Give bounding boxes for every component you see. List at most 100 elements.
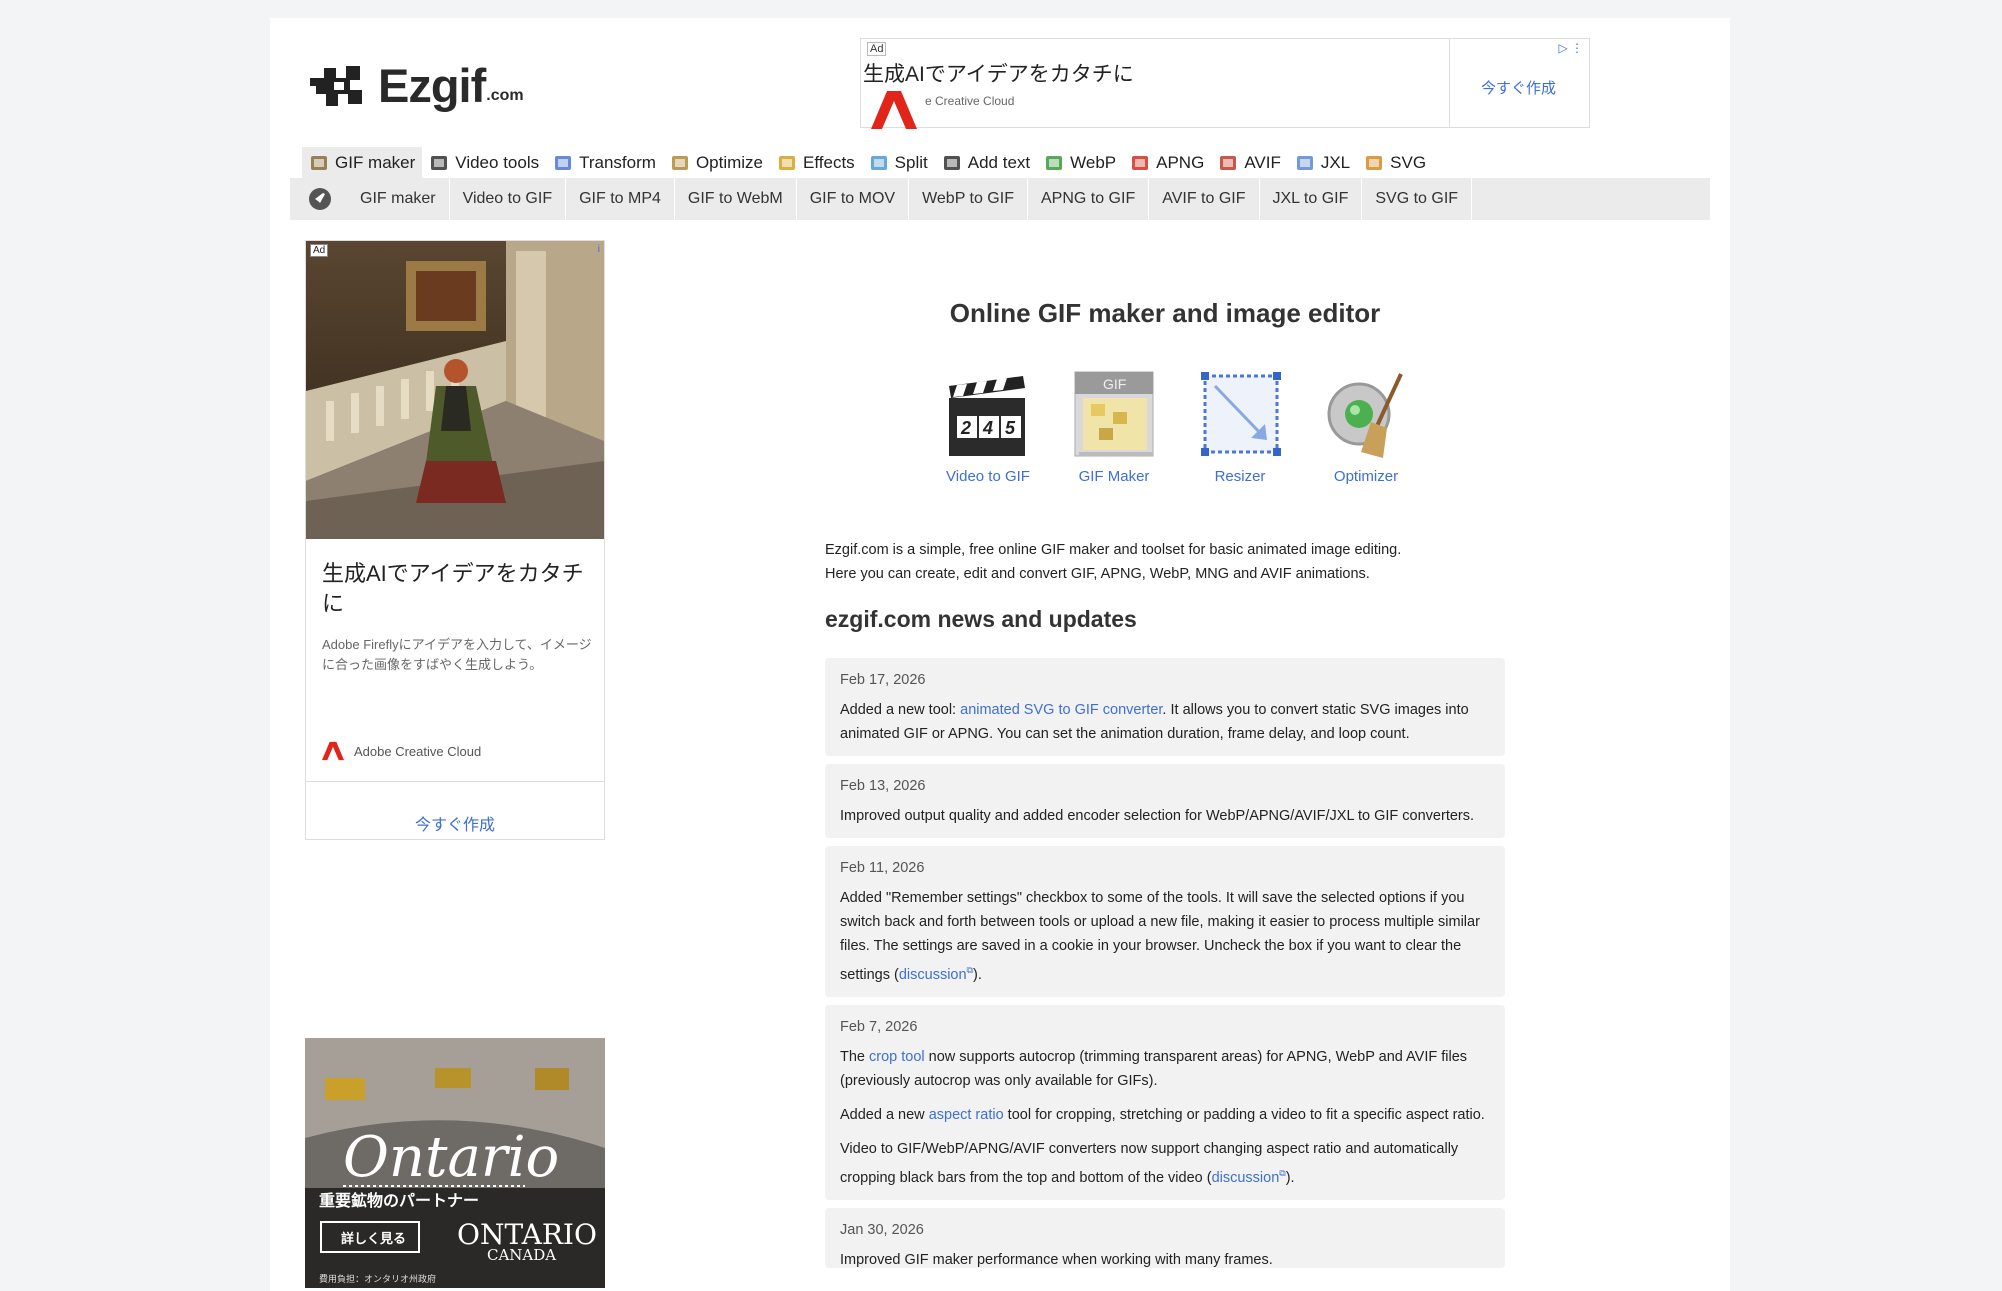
sidebar-ad-ontario[interactable]: Ontario 重要鉱物のパートナー 詳しく見る ONTARIO CANADA … (305, 1038, 605, 1288)
webp-icon (1044, 153, 1064, 173)
aspect-ratio-link[interactable]: aspect ratio (929, 1107, 1004, 1123)
top-banner-ad[interactable]: Ad 生成AIでアイデアをカタチに e Creative Cloud 今すぐ作成… (860, 38, 1590, 129)
tool-gif-maker[interactable]: GIF GIF Maker (1051, 368, 1177, 485)
home-rocket-icon (309, 188, 331, 210)
subnav-video-to-gif[interactable]: Video to GIF (450, 178, 567, 220)
ad-brand: Adobe Creative Cloud (322, 741, 481, 761)
subnav-gif-to-mp4[interactable]: GIF to MP4 (566, 178, 675, 220)
news-date: Feb 13, 2026 (840, 778, 926, 794)
ad-logo-bottom: CANADA (487, 1246, 556, 1264)
nav-transform[interactable]: Transform (546, 147, 663, 179)
nav-label: Split (894, 153, 928, 172)
logo-suffix: .com (486, 86, 524, 104)
discussion-link[interactable]: discussion (899, 967, 967, 983)
nav-add-text[interactable]: Add text (935, 147, 1037, 179)
subnav-gif-to-mov[interactable]: GIF to MOV (797, 178, 910, 220)
news-text: now supports autocrop (trimming transpar… (840, 1048, 1468, 1089)
page-title: Online GIF maker and image editor (949, 298, 1381, 328)
svg-to-gif-link[interactable]: animated SVG to GIF converter (960, 702, 1162, 718)
nav-gif-maker[interactable]: GIF maker (302, 147, 423, 179)
ad-footer: 費用負担：オンタリオ州政府 (319, 1273, 436, 1285)
page: Ezgif .com Ad 生成AIでアイデアをカタチに e Creative … (270, 18, 1730, 1291)
subnav-avif-to-gif[interactable]: AVIF to GIF (1149, 178, 1260, 220)
ad-brand-script: Ontario (343, 1125, 559, 1190)
news-date: Feb 11, 2026 (840, 860, 925, 876)
sub-nav-items: GIF maker Video to GIF GIF to MP4 GIF to We… (340, 178, 1473, 220)
nav-label: Transform (579, 153, 656, 172)
nav-webp[interactable]: WebP (1037, 147, 1123, 179)
tool-label[interactable]: Optimizer (1303, 468, 1429, 485)
site-logo[interactable]: Ezgif .com (308, 58, 524, 113)
nav-label: WebP (1070, 153, 1117, 172)
news-item: Feb 7, 2026 The crop tool now supports a… (825, 1004, 1505, 1200)
subnav-gif-maker[interactable]: GIF maker (340, 178, 450, 220)
tool-label[interactable]: Resizer (1177, 468, 1303, 485)
ad-button: 詳しく見る (341, 1231, 406, 1247)
svg-text:2: 2 (960, 418, 971, 438)
nav-svg[interactable]: SVG (1357, 147, 1433, 179)
wand-icon (777, 153, 797, 173)
tool-optimizer[interactable]: Optimizer (1303, 368, 1429, 485)
discussion-link[interactable]: discussion (1212, 1170, 1280, 1186)
news-heading: ezgif.com news and updates (825, 606, 1137, 632)
intro-line-1: Ezgif.com is a simple, free online GIF m… (825, 542, 1402, 558)
nav-jxl[interactable]: JXL (1288, 147, 1357, 179)
tool-video-to-gif[interactable]: 2 4 5 Video to GIF (925, 368, 1051, 485)
tool-resizer[interactable]: Resizer (1177, 368, 1303, 485)
nav-avif[interactable]: AVIF (1211, 147, 1288, 179)
adchoices-icon[interactable]: ▷ ⋮ (1558, 41, 1583, 55)
news-text: ). (972, 966, 982, 983)
intro-text: Ezgif.com is a simple, free online GIF m… (825, 538, 1505, 586)
news-date: Feb 17, 2026 (840, 672, 926, 688)
tool-shortcuts: 2 4 5 Video to GIF GIF GIF Maker Resizer… (925, 368, 1429, 485)
sub-nav: GIF maker Video to GIF GIF to MP4 GIF to We… (290, 178, 1710, 220)
news-text: Added a new tool: (840, 702, 961, 718)
nav-optimize[interactable]: Optimize (663, 147, 770, 179)
nav-label: Video tools (455, 153, 540, 172)
sidebar-ad[interactable]: Ad i 生成AIでアイデアをカタチに Adobe Fireflyにアイデアを入… (305, 240, 605, 840)
ad-cta-button[interactable]: 今すぐ作成 (306, 811, 604, 835)
tool-label[interactable]: GIF Maker (1051, 468, 1177, 485)
nav-video-tools[interactable]: Video tools (422, 147, 546, 179)
news-text: Improved output quality and added encode… (840, 808, 1475, 824)
ad-headline[interactable]: 生成AIでアイデアをカタチに (863, 58, 1134, 88)
ad-divider (1449, 39, 1450, 127)
news-text: Improved GIF maker performance when work… (840, 1251, 1273, 1268)
subnav-apng-to-gif[interactable]: APNG to GIF (1028, 178, 1150, 220)
news-date: Jan 30, 2026 (840, 1221, 924, 1238)
ad-label: Ad (867, 42, 887, 56)
nav-label: Optimize (695, 153, 764, 172)
nav-label: AVIF (1244, 153, 1281, 172)
split-icon (869, 153, 889, 173)
home-button[interactable] (290, 187, 340, 211)
clapper-icon (429, 153, 449, 173)
nav-label: JXL (1320, 153, 1351, 172)
broom-icon (670, 153, 690, 173)
adobe-logo-icon (322, 741, 344, 761)
crop-tool-link[interactable]: crop tool (869, 1049, 925, 1065)
news-item: Feb 13, 2026 Improved output quality and… (825, 764, 1505, 838)
subnav-webp-to-gif[interactable]: WebP to GIF (909, 178, 1028, 220)
apng-icon (1130, 153, 1150, 173)
ad-title[interactable]: 生成AIでアイデアをカタチに (322, 559, 592, 619)
main-nav: GIF maker Video tools Transform Optimize Eff… (302, 146, 1433, 180)
subnav-svg-to-gif[interactable]: SVG to GIF (1362, 178, 1473, 220)
news-date: Feb 7, 2026 (840, 1018, 918, 1035)
nav-effects[interactable]: Effects (770, 147, 862, 179)
news-text: Video to GIF/WebP/APNG/AVIF converters n… (840, 1140, 1459, 1186)
nav-label: APNG (1156, 153, 1205, 172)
svg-text:5: 5 (1005, 418, 1016, 438)
jxl-icon (1295, 153, 1315, 173)
subnav-gif-to-webm[interactable]: GIF to WebM (675, 178, 797, 220)
news-text: tool for cropping, stretching or padding… (1003, 1106, 1485, 1123)
ad-info-icon[interactable]: i (598, 244, 600, 255)
nav-apng[interactable]: APNG (1123, 147, 1211, 179)
nav-split[interactable]: Split (862, 147, 935, 179)
subnav-jxl-to-gif[interactable]: JXL to GIF (1260, 178, 1363, 220)
logo-text: Ezgif (378, 59, 486, 112)
ad-tagline: 重要鉱物のパートナー (319, 1191, 479, 1210)
svg-icon (1364, 153, 1384, 173)
tool-label[interactable]: Video to GIF (925, 468, 1051, 485)
ad-cta-button[interactable]: 今すぐ作成 (1481, 77, 1556, 98)
crop-icon (553, 153, 573, 173)
